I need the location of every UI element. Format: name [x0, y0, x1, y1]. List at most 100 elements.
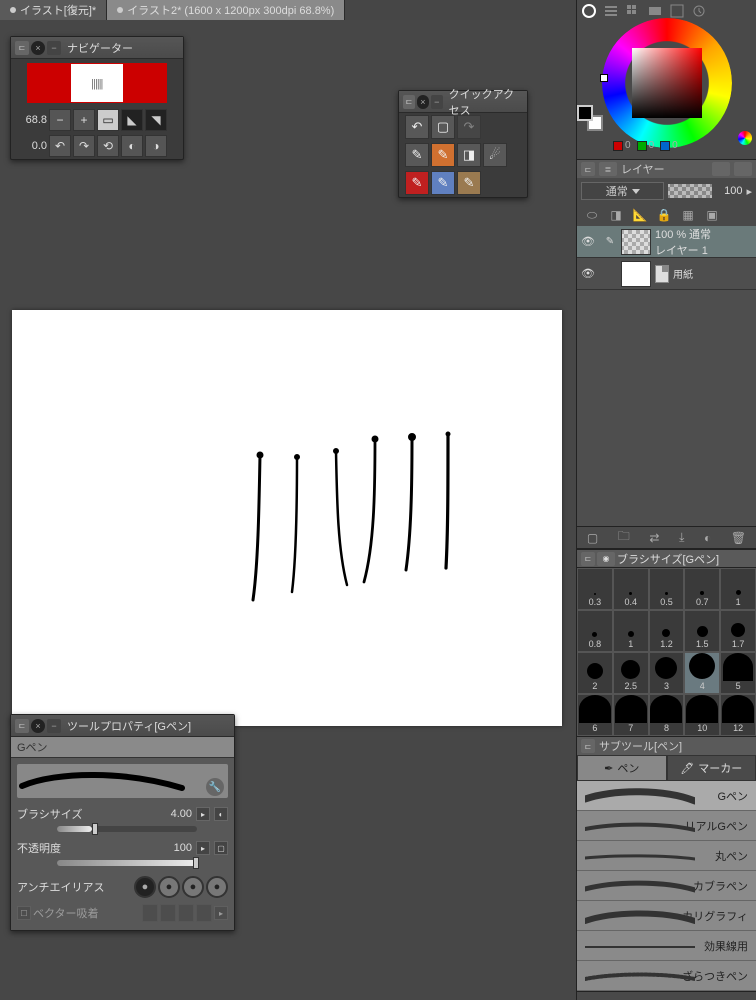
- antialias-medium[interactable]: ●: [182, 876, 204, 898]
- subtool-tab-pen[interactable]: ✒ ペン: [577, 755, 667, 781]
- color-picker-icon[interactable]: [738, 131, 752, 145]
- zoom-in-button[interactable]: +: [73, 109, 95, 131]
- document-tab-1[interactable]: イラスト[復元]*: [0, 0, 107, 20]
- layer-row-1[interactable]: 👁 ✎ 100 % 通常レイヤー 1: [577, 226, 756, 258]
- brush-size-slider[interactable]: [57, 826, 197, 832]
- layer-mask-button[interactable]: ◐: [704, 531, 711, 545]
- layer-transfer-button[interactable]: ⇄: [649, 531, 659, 545]
- brush-size-value[interactable]: 4.00: [152, 808, 192, 820]
- foreground-color[interactable]: [577, 105, 593, 121]
- delete-layer-button[interactable]: 🗑: [731, 531, 746, 545]
- panel-pin-icon[interactable]: ⊏: [581, 739, 595, 753]
- qa-tool-2[interactable]: ✎: [431, 143, 455, 167]
- brush-size-cell[interactable]: 0.4: [613, 568, 649, 610]
- brush-size-cell[interactable]: 6: [577, 694, 613, 736]
- rotate-ccw-button[interactable]: ↶: [49, 135, 71, 157]
- panel-close-icon[interactable]: ×: [417, 95, 429, 109]
- panel-minimize-icon[interactable]: −: [47, 41, 61, 55]
- panel-minimize-icon[interactable]: −: [47, 719, 61, 733]
- sub-tool-item[interactable]: リアルGペン: [577, 811, 756, 841]
- brush-size-cell[interactable]: 12: [720, 694, 756, 736]
- brush-size-cell[interactable]: 1.5: [684, 610, 720, 652]
- navigator-thumbnail[interactable]: ||||||: [27, 63, 167, 103]
- brush-size-cell[interactable]: 1.7: [720, 610, 756, 652]
- antialias-none[interactable]: ●: [134, 876, 156, 898]
- panel-close-icon[interactable]: ×: [31, 719, 45, 733]
- qa-tool-blend[interactable]: ☄: [483, 143, 507, 167]
- opacity-dynamics[interactable]: ▢: [214, 841, 228, 855]
- blend-mode-dropdown[interactable]: 通常: [581, 182, 664, 200]
- layer-draw-icon[interactable]: ✎: [599, 236, 621, 247]
- brush-size-cell[interactable]: 10: [684, 694, 720, 736]
- layer-visibility-icon[interactable]: 👁: [577, 235, 599, 248]
- layer-ruler-icon[interactable]: 📐: [631, 206, 649, 224]
- new-layer-button[interactable]: ▢: [587, 531, 598, 545]
- layer-mask-icon[interactable]: ◨: [607, 206, 625, 224]
- brush-size-dynamics[interactable]: ◐: [214, 807, 228, 821]
- qa-redo-button[interactable]: ↷: [457, 115, 481, 139]
- layer-name[interactable]: 用紙: [669, 266, 756, 281]
- qa-clear-button[interactable]: ▢: [431, 115, 455, 139]
- hue-ring-knob[interactable]: [600, 74, 608, 82]
- brush-size-cell[interactable]: 8: [649, 694, 685, 736]
- brush-size-tab-icon[interactable]: ◉: [597, 552, 615, 566]
- brush-size-cell[interactable]: 2.5: [613, 652, 649, 694]
- rotate-reset-button[interactable]: ⟲: [97, 135, 119, 157]
- opacity-stepper[interactable]: ▸: [196, 841, 210, 855]
- qa-tool-7[interactable]: ✎: [457, 171, 481, 195]
- panel-close-icon[interactable]: ×: [31, 41, 45, 55]
- document-tab-2[interactable]: イラスト2* (1600 x 1200px 300dpi 68.8%): [107, 0, 345, 20]
- flip-vertical-button[interactable]: ◥: [145, 109, 167, 131]
- brush-size-cell[interactable]: 3: [649, 652, 685, 694]
- panel-pin-icon[interactable]: ⊏: [15, 41, 29, 55]
- subtool-tab-marker[interactable]: 🖊 マーカー: [667, 755, 756, 781]
- qa-tool-5[interactable]: ✎: [405, 171, 429, 195]
- layer-thumbnail[interactable]: [621, 229, 651, 255]
- vector-snap-checkbox[interactable]: ☐: [17, 906, 31, 920]
- sub-tool-item[interactable]: カブラペン: [577, 871, 756, 901]
- new-folder-button[interactable]: 🗀: [618, 527, 630, 548]
- sub-tool-item[interactable]: Gペン: [577, 781, 756, 811]
- qa-tool-6[interactable]: ✎: [431, 171, 455, 195]
- quick-access-title-bar[interactable]: ⊏ × − クイックアクセス: [399, 91, 527, 113]
- brush-size-cell[interactable]: 2: [577, 652, 613, 694]
- tool-settings-button[interactable]: 🔧: [206, 778, 224, 796]
- tool-property-title-bar[interactable]: ⊏ × − ツールプロパティ[Gペン]: [11, 715, 234, 737]
- color-wheel-tab-icon[interactable]: [579, 2, 599, 20]
- panel-pin-icon[interactable]: ⊏: [581, 162, 595, 176]
- layer-extra-tab-1[interactable]: [712, 162, 730, 176]
- brush-size-cell[interactable]: 0.3: [577, 568, 613, 610]
- brush-size-cell[interactable]: 0.5: [649, 568, 685, 610]
- antialias-strong[interactable]: ●: [206, 876, 228, 898]
- rotate-cw-button[interactable]: ↷: [73, 135, 95, 157]
- brush-size-cell[interactable]: 0.7: [684, 568, 720, 610]
- flip-horizontal-button[interactable]: ◣: [121, 109, 143, 131]
- layer-tab-icon[interactable]: ≣: [599, 162, 617, 176]
- layer-lock-pixel-icon[interactable]: ▦: [679, 206, 697, 224]
- qa-tool-eraser[interactable]: ◨: [457, 143, 481, 167]
- sub-tool-item[interactable]: 効果線用: [577, 931, 756, 961]
- sub-tool-item[interactable]: 丸ペン: [577, 841, 756, 871]
- antialias-weak[interactable]: ●: [158, 876, 180, 898]
- brush-size-cell[interactable]: 4: [684, 652, 720, 694]
- foreground-background-swatch[interactable]: [577, 105, 603, 131]
- layer-opacity-slider[interactable]: [668, 184, 712, 198]
- layer-extra-tab-2[interactable]: [734, 162, 752, 176]
- panel-pin-icon[interactable]: ⊏: [15, 719, 29, 733]
- brush-size-cell[interactable]: 1: [720, 568, 756, 610]
- rotate-option-2[interactable]: ◑: [145, 135, 167, 157]
- vector-options[interactable]: ▸: [214, 906, 228, 920]
- panel-minimize-icon[interactable]: −: [431, 95, 443, 109]
- qa-undo-button[interactable]: ↶: [405, 115, 429, 139]
- layer-opacity-value[interactable]: 100: [716, 185, 742, 197]
- panel-pin-icon[interactable]: ⊏: [581, 552, 595, 566]
- brush-size-cell[interactable]: 1.2: [649, 610, 685, 652]
- brush-size-cell[interactable]: 0.8: [577, 610, 613, 652]
- zoom-fit-button[interactable]: ▭: [97, 109, 119, 131]
- brush-size-stepper[interactable]: ▸: [196, 807, 210, 821]
- opacity-value[interactable]: 100: [152, 842, 192, 854]
- layer-reference-icon[interactable]: ▣: [703, 206, 721, 224]
- zoom-out-button[interactable]: −: [49, 109, 71, 131]
- layer-lock-all-icon[interactable]: 🔒: [655, 206, 673, 224]
- layer-thumbnail[interactable]: [621, 261, 651, 287]
